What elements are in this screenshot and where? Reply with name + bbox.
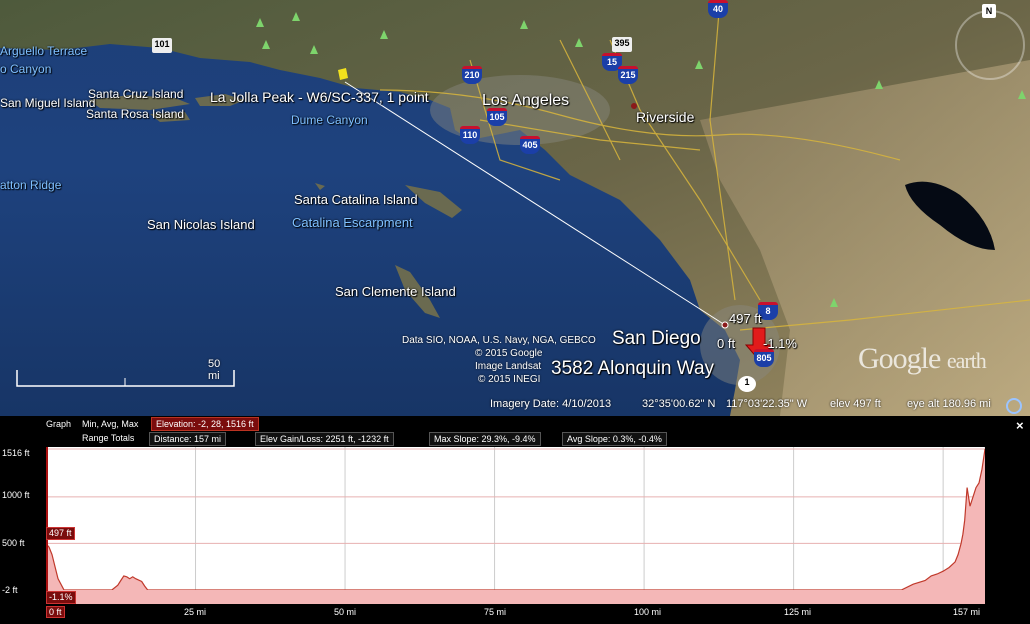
y-tick-label: 1000 ft	[2, 490, 30, 500]
x-tick-label: 157 mi	[953, 607, 981, 617]
range-totals-label: Range Totals	[82, 433, 135, 443]
x-tick-label: 0 ft	[46, 606, 65, 618]
highway-shield: 1	[738, 376, 756, 392]
navigation-compass[interactable]	[955, 10, 1025, 80]
x-tick-label: 125 mi	[784, 607, 812, 617]
x-tick-label: 50 mi	[334, 607, 357, 617]
park-icon	[380, 30, 388, 39]
elevation-profile-chart[interactable]	[45, 447, 986, 604]
imagery-date: Imagery Date: 4/10/2013	[490, 398, 612, 410]
latitude: 32°35'00.62" N	[642, 398, 716, 410]
map-label: San Clemente Island	[335, 284, 456, 299]
graph-label: Graph	[46, 419, 72, 429]
slope-tooltip: -1.1%	[763, 336, 797, 351]
compass-north-icon[interactable]: N	[982, 4, 996, 18]
max-slope-summary[interactable]: Max Slope: 29.3%, -9.4%	[429, 432, 541, 446]
highway-shield: 105	[487, 108, 507, 126]
map-label: o Canyon	[0, 62, 52, 76]
chart-svg	[45, 447, 986, 604]
elevation-line	[45, 448, 986, 591]
elevation-tooltip-left: 0 ft	[717, 336, 736, 351]
map-label: Santa Catalina Island	[294, 192, 418, 207]
highway-shield: 210	[462, 66, 482, 84]
highway-shield: 405	[520, 136, 540, 154]
map-label: San Nicolas Island	[147, 217, 255, 232]
scale-ruler-icon	[16, 370, 235, 387]
map-label: Dume Canyon	[291, 113, 368, 127]
y-tick-label: 500 ft	[2, 538, 25, 548]
x-tick-label: 75 mi	[484, 607, 507, 617]
x-tick-label: 25 mi	[184, 607, 207, 617]
graph-mode[interactable]: Min, Avg, Max	[82, 418, 138, 431]
map-label: atton Ridge	[0, 178, 62, 192]
map-label: Catalina Escarpment	[292, 215, 413, 230]
highway-shield: 395	[612, 37, 632, 52]
park-icon	[310, 45, 318, 54]
elevation-readout: elev 497 ft	[830, 398, 881, 410]
highway-shield: 110	[460, 126, 480, 144]
park-icon	[262, 40, 270, 49]
google-earth-logo: Google earth	[858, 342, 987, 375]
highway-shield: 215	[618, 66, 638, 84]
highway-shield: 40	[708, 0, 728, 18]
elevation-baseline-band	[46, 590, 985, 604]
map-label: Riverside	[636, 109, 695, 125]
park-icon	[875, 80, 883, 89]
map-label: Los Angeles	[482, 92, 570, 109]
placemark-label[interactable]: La Jolla Peak - W6/SC-337, 1 point	[210, 89, 429, 105]
map-label: Santa Rosa Island	[86, 107, 185, 121]
park-icon	[1018, 90, 1026, 99]
map-view[interactable]: 40 101 395 15 210 215 105 110 405 8 805 …	[0, 0, 1030, 416]
park-icon	[256, 18, 264, 27]
map-label: San Diego	[612, 328, 701, 349]
x-tick-label: 100 mi	[634, 607, 662, 617]
park-icon	[830, 298, 838, 307]
y-tick-label: 1516 ft	[2, 448, 30, 458]
slope-marker-label: -1.1%	[46, 591, 76, 604]
park-icon	[292, 12, 300, 21]
imagery-credits: Data SIO, NOAA, U.S. Navy, NGA, GEBCO © …	[402, 334, 596, 386]
map-label: San Miguel Island	[0, 96, 96, 110]
park-icon	[520, 20, 528, 29]
credit-line: © 2015 Google	[475, 348, 543, 359]
eye-altitude: eye alt 180.96 mi	[907, 398, 991, 410]
map-label: Arguello Terrace	[0, 44, 88, 58]
distance-summary[interactable]: Distance: 157 mi	[149, 432, 227, 446]
avg-slope-summary[interactable]: Avg Slope: 0.3%, -0.4%	[562, 432, 667, 446]
elev-gain-loss-summary[interactable]: Elev Gain/Loss: 2251 ft, -1232 ft	[255, 432, 394, 446]
credit-line: © 2015 INEGI	[478, 374, 541, 385]
highway-shield: 101	[152, 38, 172, 53]
y-tick-label: -2 ft	[2, 585, 18, 595]
close-icon[interactable]: ×	[1016, 418, 1024, 433]
map-label: Santa Cruz Island	[88, 87, 184, 101]
park-icon	[575, 38, 583, 47]
credit-line: Data SIO, NOAA, U.S. Navy, NGA, GEBCO	[402, 335, 596, 346]
credit-line: Image Landsat	[475, 361, 542, 372]
elevation-marker-label: 497 ft	[46, 527, 75, 540]
park-icon	[695, 60, 703, 69]
elevation-summary[interactable]: Elevation: -2, 28, 1516 ft	[151, 417, 259, 431]
longitude: 117°03'22.35" W	[726, 398, 808, 410]
highway-shield: 805	[754, 349, 774, 367]
elevation-tooltip: 497 ft	[729, 311, 762, 326]
elevation-area	[46, 449, 985, 590]
streaming-progress-icon	[1006, 398, 1022, 414]
